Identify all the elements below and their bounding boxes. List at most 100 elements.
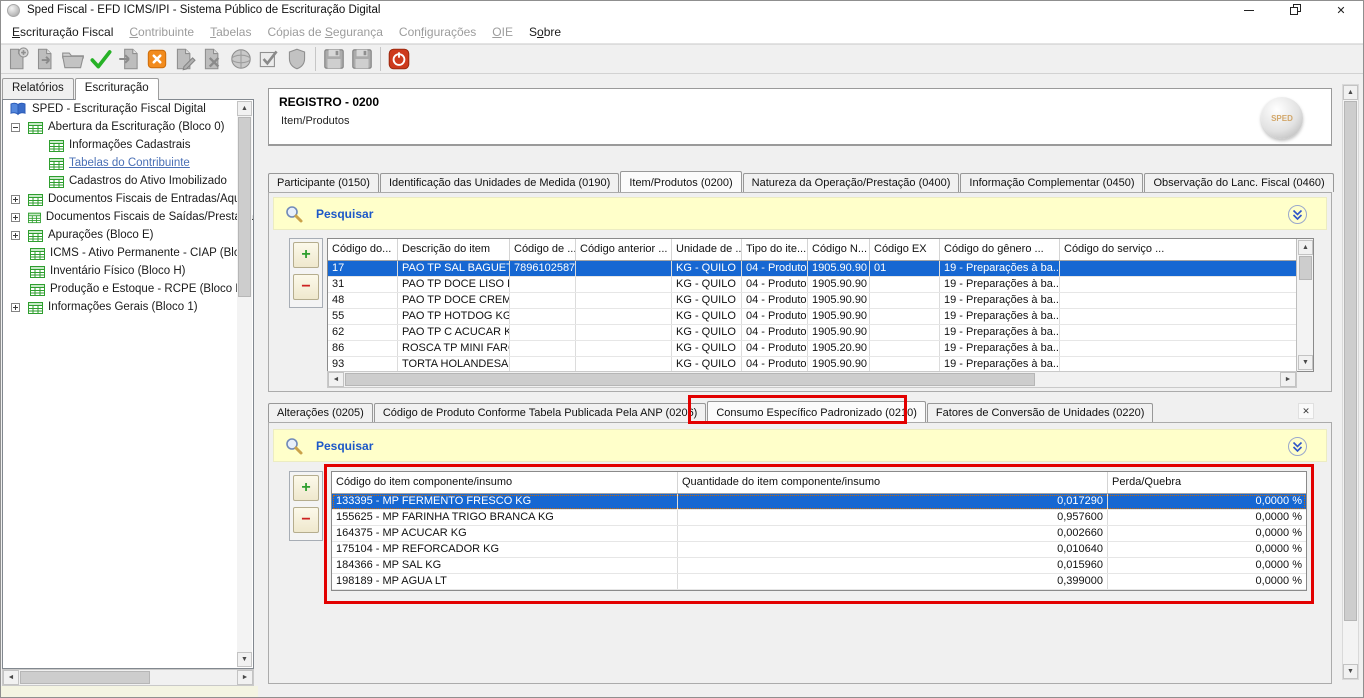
chevron-double-down-icon[interactable] <box>1287 204 1308 225</box>
expand-icon[interactable] <box>11 231 20 240</box>
tab-relatorios[interactable]: Relatórios <box>2 78 74 99</box>
table-row[interactable]: 175104 - MP REFORCADOR KG 0,010640 0,000… <box>332 542 1306 558</box>
column-header[interactable]: Código do... <box>328 239 398 260</box>
tree-item-producao-estoque[interactable]: Produção e Estoque - RCPE (Bloco K) <box>3 280 253 298</box>
column-header[interactable]: Código do gênero ... <box>940 239 1060 260</box>
menu-sobre[interactable]: Sobre <box>521 22 569 42</box>
close-detail-tab-button[interactable]: ✕ <box>1298 403 1314 419</box>
menu-oie[interactable]: OIE <box>484 22 521 42</box>
column-header[interactable]: Código do serviço ... <box>1060 239 1296 260</box>
scroll-down-icon[interactable]: ▼ <box>1298 355 1313 370</box>
tab-natureza-operacao-0400[interactable]: Natureza da Operação/Prestação (0400) <box>743 173 960 192</box>
shield-icon[interactable] <box>284 46 310 72</box>
column-header[interactable]: Descrição do item <box>398 239 510 260</box>
scroll-up-icon[interactable]: ▲ <box>237 101 252 116</box>
tree-item-tabelas-contribuinte[interactable]: Tabelas do Contribuinte <box>3 154 253 172</box>
table-row[interactable]: 184366 - MP SAL KG 0,015960 0,0000 % <box>332 558 1306 574</box>
column-header[interactable]: Código anterior ... <box>576 239 672 260</box>
scroll-up-icon[interactable]: ▲ <box>1343 85 1358 100</box>
menu-tabelas[interactable]: Tabelas <box>202 22 259 42</box>
tree-vertical-scrollbar[interactable]: ▲ ▼ <box>237 101 252 667</box>
scroll-right-icon[interactable]: ► <box>1280 372 1296 387</box>
new-record-icon[interactable] <box>4 46 30 72</box>
chevron-double-down-icon[interactable] <box>1287 436 1308 457</box>
save-copy-icon[interactable] <box>349 46 375 72</box>
column-header[interactable]: Código EX <box>870 239 940 260</box>
column-header[interactable]: Código do item componente/insumo <box>332 472 678 493</box>
tab-item-produtos-0200[interactable]: Item/Produtos (0200) <box>620 171 741 192</box>
table-row[interactable]: 133395 - MP FERMENTO FRESCO KG 0,017290 … <box>332 494 1306 510</box>
confirm-record-icon[interactable] <box>256 46 282 72</box>
table-row[interactable]: 164375 - MP ACUCAR KG 0,002660 0,0000 % <box>332 526 1306 542</box>
column-header[interactable]: Perda/Quebra <box>1108 472 1306 493</box>
column-header[interactable]: Quantidade do item componente/insumo <box>678 472 1108 493</box>
tab-fatores-conversao-0220[interactable]: Fatores de Conversão de Unidades (0220) <box>927 403 1154 422</box>
exit-power-icon[interactable] <box>386 46 412 72</box>
tree-item-docs-entradas[interactable]: Documentos Fiscais de Entradas/Aquisi <box>3 190 253 208</box>
tab-informacao-complementar-0450[interactable]: Informação Complementar (0450) <box>960 173 1143 192</box>
table-row[interactable]: 17 PAO TP SAL BAGUETINHA KG 7896102587..… <box>328 261 1296 277</box>
column-header[interactable]: Unidade de ... <box>672 239 742 260</box>
scrollbar-thumb[interactable] <box>1299 256 1312 280</box>
main-vertical-scrollbar[interactable]: ▲ ▼ <box>1342 84 1359 680</box>
tree-horizontal-scrollbar[interactable]: ◄ ► <box>2 669 254 686</box>
scrollbar-thumb[interactable] <box>238 117 251 297</box>
tree-root[interactable]: SPED - Escrituração Fiscal Digital <box>3 100 253 118</box>
tree-item-abertura[interactable]: Abertura da Escrituração (Bloco 0) <box>3 118 253 136</box>
scrollbar-thumb[interactable] <box>345 373 1035 386</box>
tab-alteracoes-0205[interactable]: Alterações (0205) <box>268 403 373 422</box>
tab-observacao-lanc-fiscal-0460[interactable]: Observação do Lanc. Fiscal (0460) <box>1144 173 1333 192</box>
expand-icon[interactable] <box>11 213 20 222</box>
menu-contribuinte[interactable]: Contribuinte <box>121 22 202 42</box>
table-row[interactable]: 86 ROSCA TP MINI FAROFA KG KG - QUILO 04… <box>328 341 1296 357</box>
minimize-button[interactable] <box>1226 0 1272 20</box>
column-header[interactable]: Tipo do ite... <box>742 239 808 260</box>
column-header[interactable]: Código de ... <box>510 239 576 260</box>
table-row[interactable]: 198189 - MP AGUA LT 0,399000 0,0000 % <box>332 574 1306 590</box>
scroll-down-icon[interactable]: ▼ <box>1343 664 1358 679</box>
expand-icon[interactable] <box>11 303 20 312</box>
table-row[interactable]: 31 PAO TP DOCE LISO KG KG - QUILO 04 - P… <box>328 277 1296 293</box>
tab-participante-0150[interactable]: Participante (0150) <box>268 173 379 192</box>
add-row-button[interactable]: + <box>293 475 319 501</box>
collapse-icon[interactable] <box>11 123 20 132</box>
items-table-vertical-scrollbar[interactable]: ▲ ▼ <box>1296 239 1313 371</box>
close-button[interactable]: ✕ <box>1318 0 1364 20</box>
scrollbar-thumb[interactable] <box>20 671 150 684</box>
add-row-button[interactable]: + <box>293 242 319 268</box>
delete-record-icon[interactable] <box>200 46 226 72</box>
menu-escrituracao-fiscal[interactable]: Escrituração Fiscal <box>4 22 121 42</box>
tab-consumo-especifico-0210[interactable]: Consumo Específico Padronizado (0210) <box>707 401 926 422</box>
tree-item-informacoes-gerais[interactable]: Informações Gerais (Bloco 1) <box>3 298 253 316</box>
scroll-down-icon[interactable]: ▼ <box>237 652 252 667</box>
scroll-left-icon[interactable]: ◄ <box>328 372 344 387</box>
delete-orange-x-icon[interactable] <box>144 46 170 72</box>
menu-copias-seguranca[interactable]: Cópias de Segurança <box>259 22 390 42</box>
table-row[interactable]: 55 PAO TP HOTDOG KG KG - QUILO 04 - Prod… <box>328 309 1296 325</box>
table-row[interactable]: 48 PAO TP DOCE CREME KG KG - QUILO 04 - … <box>328 293 1296 309</box>
column-header[interactable]: Código N... <box>808 239 870 260</box>
table-row[interactable]: 155625 - MP FARINHA TRIGO BRANCA KG 0,95… <box>332 510 1306 526</box>
tree-item-icms-ciap[interactable]: ICMS - Ativo Permanente - CIAP (Bloco <box>3 244 253 262</box>
tree-item-informacoes-cadastrais[interactable]: Informações Cadastrais <box>3 136 253 154</box>
table-row[interactable]: 62 PAO TP C ACUCAR KG KG - QUILO 04 - Pr… <box>328 325 1296 341</box>
tree-item-cadastros-ativo[interactable]: Cadastros do Ativo Imobilizado <box>3 172 253 190</box>
open-record-icon[interactable] <box>32 46 58 72</box>
scroll-up-icon[interactable]: ▲ <box>1298 240 1313 255</box>
items-table-horizontal-scrollbar[interactable]: ◄ ► <box>327 371 1297 388</box>
validate-check-icon[interactable] <box>88 46 114 72</box>
expand-icon[interactable] <box>11 195 20 204</box>
remove-row-button[interactable]: − <box>293 274 319 300</box>
tab-escrituracao[interactable]: Escrituração <box>75 78 159 100</box>
import-file-icon[interactable] <box>116 46 142 72</box>
save-icon[interactable] <box>321 46 347 72</box>
menu-configuracoes[interactable]: Configurações <box>391 22 484 42</box>
table-row[interactable]: 93 TORTA HOLANDESA KG TP KG - QUILO 04 -… <box>328 357 1296 371</box>
edit-record-icon[interactable] <box>172 46 198 72</box>
search-bar[interactable]: Pesquisar <box>273 197 1327 230</box>
tab-produto-anp-0206[interactable]: Código de Produto Conforme Tabela Public… <box>374 403 707 422</box>
tree-item-apuracoes[interactable]: Apurações (Bloco E) <box>3 226 253 244</box>
open-folder-icon[interactable] <box>60 46 86 72</box>
scroll-left-icon[interactable]: ◄ <box>3 670 19 685</box>
scrollbar-thumb[interactable] <box>1344 101 1357 621</box>
